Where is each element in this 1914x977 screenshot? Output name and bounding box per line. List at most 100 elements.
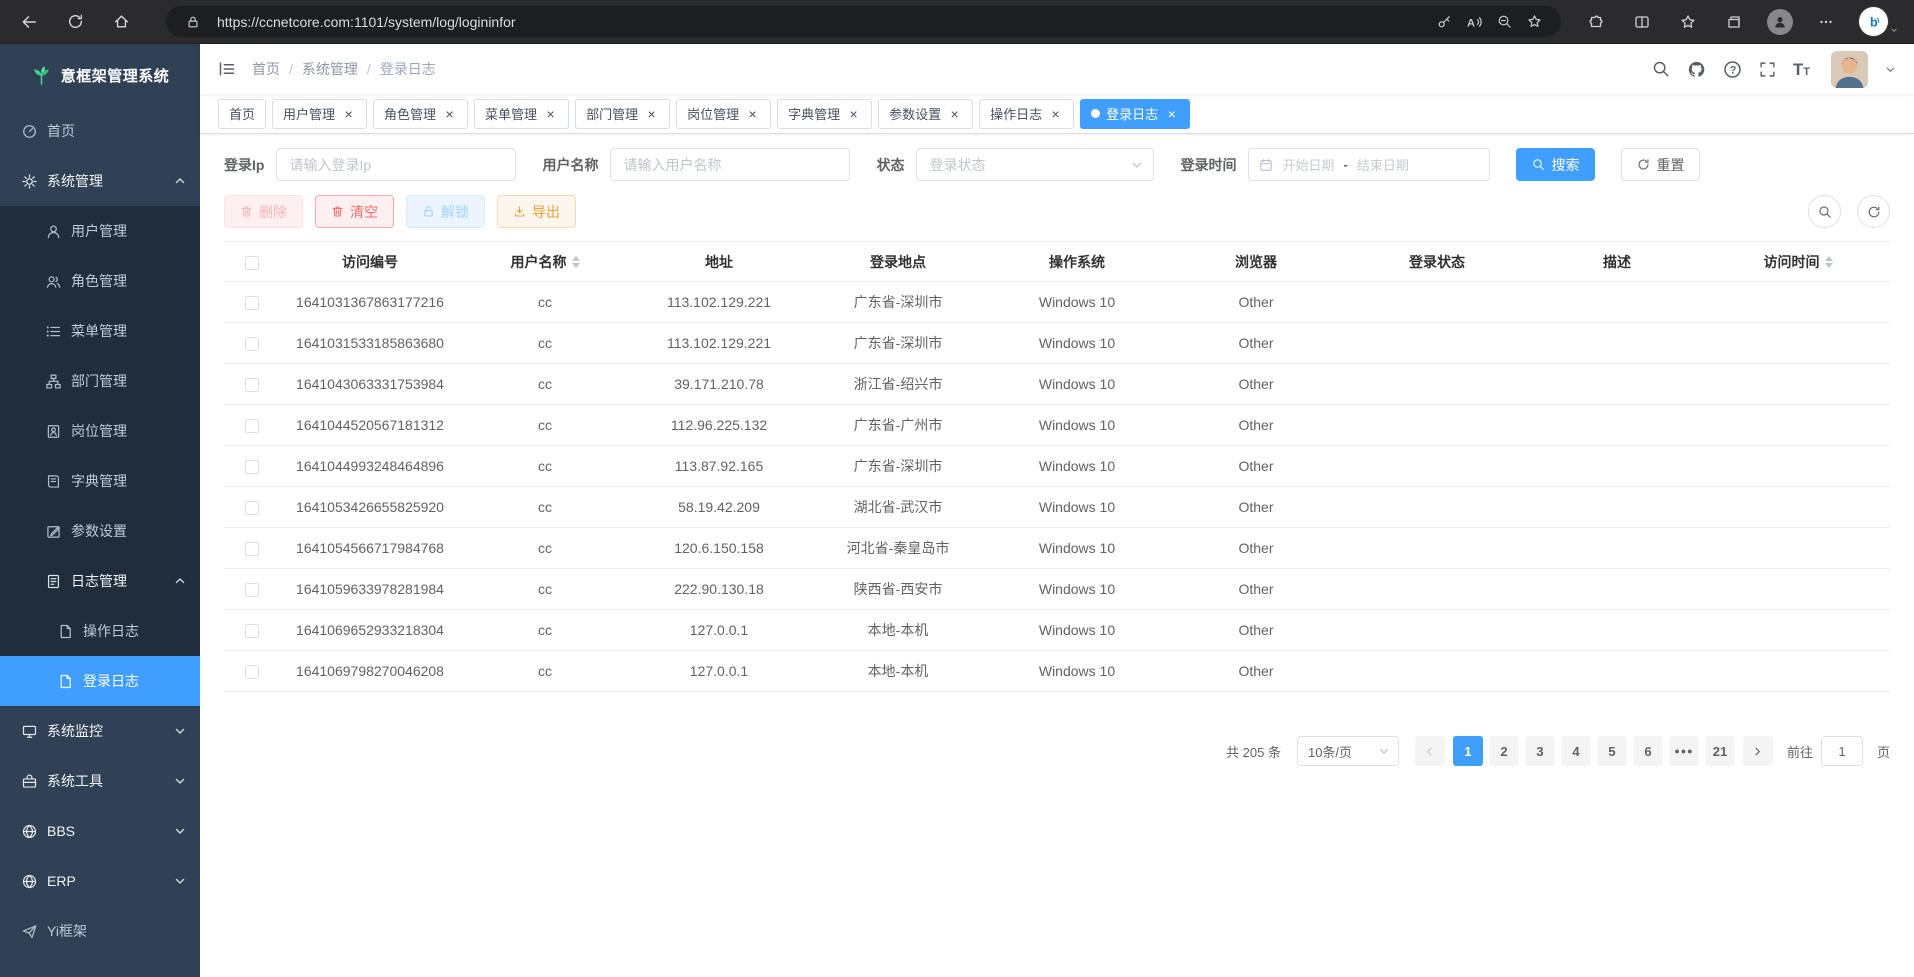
collections-icon[interactable] [1715, 5, 1753, 39]
row-checkbox[interactable] [245, 419, 259, 433]
tab-close-icon[interactable]: × [341, 106, 356, 121]
sidebar-item-log[interactable]: 日志管理 [0, 556, 200, 606]
sidebar-item-tools[interactable]: 系统工具 [0, 756, 200, 806]
reset-button[interactable]: 重置 [1621, 148, 1700, 181]
tab-角色管理[interactable]: 角色管理× [373, 99, 468, 129]
column-header-访问时间[interactable]: 访问时间 [1706, 242, 1890, 282]
sidebar-item-loginlog[interactable]: 登录日志 [0, 656, 200, 706]
tab-close-icon[interactable]: × [442, 106, 457, 121]
tab-close-icon[interactable]: × [1164, 106, 1179, 121]
select-all-checkbox[interactable] [245, 256, 259, 270]
toggle-search-button[interactable] [1808, 195, 1841, 228]
sidebar-item-bbs[interactable]: BBS [0, 806, 200, 856]
more-icon[interactable] [1807, 5, 1845, 39]
tab-部门管理[interactable]: 部门管理× [575, 99, 670, 129]
sidebar-item-menu[interactable]: 菜单管理 [0, 306, 200, 356]
sidebar-item-operlog[interactable]: 操作日志 [0, 606, 200, 656]
row-checkbox[interactable] [245, 337, 259, 351]
row-checkbox[interactable] [245, 460, 259, 474]
export-button[interactable]: 导出 [497, 195, 576, 228]
site-info-icon[interactable] [178, 8, 208, 36]
fullscreen-icon[interactable] [1759, 61, 1776, 78]
page-button-21[interactable]: 21 [1705, 736, 1735, 766]
search-button[interactable]: 搜索 [1516, 148, 1595, 181]
add-favorite-icon[interactable] [1519, 8, 1549, 36]
next-page-button[interactable] [1743, 736, 1773, 766]
sidebar-item-param[interactable]: 参数设置 [0, 506, 200, 556]
breadcrumb-item[interactable]: 系统管理 [302, 59, 358, 79]
tab-用户管理[interactable]: 用户管理× [272, 99, 367, 129]
page-button-6[interactable]: 6 [1633, 736, 1663, 766]
prev-page-button[interactable] [1415, 736, 1445, 766]
sidebar-item-role[interactable]: 角色管理 [0, 256, 200, 306]
tab-close-icon[interactable]: × [846, 106, 861, 121]
date-range-picker[interactable]: 开始日期 - 结束日期 [1248, 148, 1490, 181]
sidebar-item-yiframe[interactable]: Yi框架 [0, 906, 200, 956]
tab-字典管理[interactable]: 字典管理× [777, 99, 872, 129]
row-checkbox[interactable] [245, 583, 259, 597]
favorites-icon[interactable] [1669, 5, 1707, 39]
page-ellipsis-button[interactable]: ●●● [1669, 736, 1699, 766]
row-checkbox[interactable] [245, 378, 259, 392]
address-bar[interactable]: https://ccnetcore.com:1101/system/log/lo… [166, 6, 1561, 37]
sidebar-item-erp[interactable]: ERP [0, 856, 200, 906]
page-button-2[interactable]: 2 [1489, 736, 1519, 766]
sidebar-item-monitor[interactable]: 系统监控 [0, 706, 200, 756]
column-header-用户名称[interactable]: 用户名称 [460, 242, 630, 282]
split-screen-icon[interactable] [1623, 5, 1661, 39]
tab-close-icon[interactable]: × [745, 106, 760, 121]
delete-button[interactable]: 删除 [224, 195, 303, 228]
profile-avatar[interactable] [1761, 5, 1799, 39]
tab-登录日志[interactable]: 登录日志× [1080, 99, 1190, 129]
tab-close-icon[interactable]: × [1048, 106, 1063, 121]
page-size-select[interactable]: 10条/页 [1297, 736, 1399, 766]
unlock-button[interactable]: 解锁 [406, 195, 485, 228]
user-avatar[interactable] [1831, 51, 1868, 88]
tab-首页[interactable]: 首页 [218, 99, 266, 129]
row-checkbox[interactable] [245, 665, 259, 679]
sort-carets-icon[interactable] [572, 256, 580, 268]
row-checkbox[interactable] [245, 501, 259, 515]
row-checkbox[interactable] [245, 542, 259, 556]
browser-home-button[interactable] [104, 5, 138, 39]
copilot-icon[interactable]: b [1859, 7, 1898, 36]
github-icon[interactable] [1687, 60, 1706, 79]
row-checkbox[interactable] [245, 296, 259, 310]
browser-refresh-button[interactable] [58, 5, 92, 39]
zoom-icon[interactable] [1489, 8, 1519, 36]
tab-菜单管理[interactable]: 菜单管理× [474, 99, 569, 129]
password-key-icon[interactable] [1429, 8, 1459, 36]
font-size-icon[interactable]: TT [1793, 61, 1810, 78]
sidebar-item-system[interactable]: 系统管理 [0, 156, 200, 206]
page-button-5[interactable]: 5 [1597, 736, 1627, 766]
sidebar-item-dict[interactable]: 字典管理 [0, 456, 200, 506]
read-aloud-icon[interactable]: A [1459, 8, 1489, 36]
tab-参数设置[interactable]: 参数设置× [878, 99, 973, 129]
clear-button[interactable]: 清空 [315, 195, 394, 228]
sidebar-item-user[interactable]: 用户管理 [0, 206, 200, 256]
status-select[interactable]: 登录状态 [916, 148, 1154, 181]
tab-岗位管理[interactable]: 岗位管理× [676, 99, 771, 129]
app-logo[interactable]: 意框架管理系统 [0, 44, 200, 106]
row-checkbox[interactable] [245, 624, 259, 638]
extensions-icon[interactable] [1577, 5, 1615, 39]
tab-close-icon[interactable]: × [644, 106, 659, 121]
collapse-sidebar-icon[interactable] [218, 60, 236, 78]
refresh-table-button[interactable] [1857, 195, 1890, 228]
search-icon[interactable] [1652, 60, 1670, 78]
sort-carets-icon[interactable] [1825, 256, 1833, 268]
username-input[interactable] [610, 148, 850, 181]
question-icon[interactable]: ? [1723, 60, 1742, 79]
goto-page-input[interactable] [1821, 736, 1863, 766]
sidebar-item-home[interactable]: 首页 [0, 106, 200, 156]
browser-back-button[interactable] [12, 5, 46, 39]
page-button-1[interactable]: 1 [1453, 736, 1483, 766]
breadcrumb-item[interactable]: 首页 [252, 59, 280, 79]
tab-操作日志[interactable]: 操作日志× [979, 99, 1074, 129]
tab-close-icon[interactable]: × [947, 106, 962, 121]
sidebar-item-post[interactable]: 岗位管理 [0, 406, 200, 456]
caret-down-icon[interactable] [1885, 64, 1896, 75]
url-text[interactable]: https://ccnetcore.com:1101/system/log/lo… [217, 14, 1429, 30]
login-ip-input[interactable] [276, 148, 516, 181]
tab-close-icon[interactable]: × [543, 106, 558, 121]
